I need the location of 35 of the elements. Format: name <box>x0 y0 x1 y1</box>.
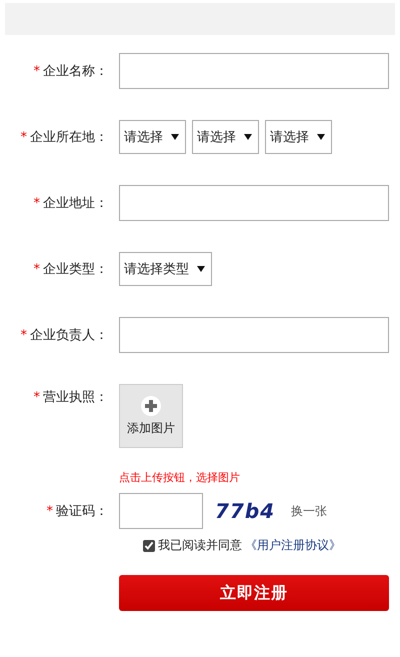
agree-text: 我已阅读并同意 <box>158 537 242 554</box>
text-field[interactable] <box>119 53 389 89</box>
dropdown[interactable]: 请选择类型 <box>119 252 212 286</box>
field-label: 验证码： <box>56 503 108 520</box>
agreement-link[interactable]: 《用户注册协议》 <box>245 537 341 554</box>
register-button[interactable]: 立即注册 <box>119 575 389 611</box>
required-mark: * <box>34 64 40 78</box>
dropdown[interactable]: 请选择 <box>119 120 186 154</box>
text-field[interactable] <box>119 185 389 221</box>
field-label: 企业所在地： <box>30 129 108 146</box>
refresh-link[interactable]: 换一张 <box>291 502 328 520</box>
required-mark: * <box>34 196 40 210</box>
field-label: 企业负责人： <box>30 327 108 344</box>
required-mark: * <box>20 130 27 144</box>
field-label: 企业类型： <box>43 261 108 278</box>
caret-icon <box>317 134 325 140</box>
caret-icon <box>171 134 179 140</box>
captcha-code: 77b4 <box>215 499 276 523</box>
agree-checkbox[interactable] <box>143 540 155 552</box>
field-label: 企业地址： <box>43 195 108 212</box>
required-mark: * <box>34 262 40 276</box>
required-mark: * <box>20 328 27 342</box>
caret-icon <box>197 266 205 272</box>
add-image-button[interactable]: 添加图片 <box>119 384 183 448</box>
required-mark: * <box>34 390 40 404</box>
required-mark: * <box>46 504 53 518</box>
captcha-field[interactable] <box>119 493 203 529</box>
upload-hint: 点击上传按钮，选择图片 <box>119 470 241 485</box>
field-label: 营业执照： <box>43 389 108 406</box>
caret-icon <box>244 134 252 140</box>
plus-icon <box>141 396 161 416</box>
text-field[interactable] <box>119 317 389 353</box>
field-label: 企业名称： <box>43 63 108 80</box>
dropdown[interactable]: 请选择 <box>192 120 259 154</box>
dropdown[interactable]: 请选择 <box>265 120 332 154</box>
